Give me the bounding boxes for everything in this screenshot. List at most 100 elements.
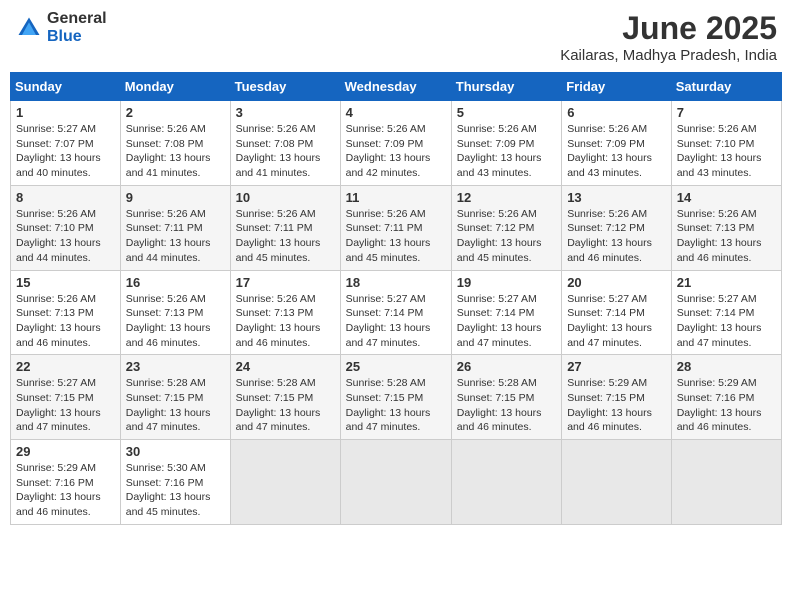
- table-row: 22 Sunrise: 5:27 AMSunset: 7:15 PMDayligh…: [11, 355, 121, 440]
- table-row: 30Sunrise: 5:30 AMSunset: 7:16 PMDayligh…: [120, 440, 230, 525]
- day-info: Sunrise: 5:27 AMSunset: 7:14 PMDaylight:…: [567, 292, 666, 351]
- day-number: 13: [567, 190, 666, 205]
- day-number: 11: [346, 190, 446, 205]
- col-saturday: Saturday: [671, 73, 781, 101]
- day-number: 2: [126, 105, 225, 120]
- day-info: Sunrise: 5:26 AMSunset: 7:08 PMDaylight:…: [236, 122, 335, 181]
- table-row: 17Sunrise: 5:26 AMSunset: 7:13 PMDayligh…: [230, 270, 340, 355]
- day-info: Sunrise: 5:26 AMSunset: 7:11 PMDaylight:…: [126, 207, 225, 266]
- day-info: Sunrise: 5:26 AMSunset: 7:10 PMDaylight:…: [677, 122, 776, 181]
- table-row: 28 Sunrise: 5:29 AMSunset: 7:16 PMDayligh…: [671, 355, 781, 440]
- day-number: 16: [126, 275, 225, 290]
- day-number: 1: [16, 105, 115, 120]
- day-number: 29: [16, 444, 115, 459]
- day-info: Sunrise: 5:26 AMSunset: 7:11 PMDaylight:…: [346, 207, 446, 266]
- table-row: 7 Sunrise: 5:26 AMSunset: 7:10 PMDaylight…: [671, 101, 781, 186]
- table-row: [562, 440, 672, 525]
- table-row: 27Sunrise: 5:29 AMSunset: 7:15 PMDayligh…: [562, 355, 672, 440]
- day-number: 7: [677, 105, 776, 120]
- col-sunday: Sunday: [11, 73, 121, 101]
- day-number: 17: [236, 275, 335, 290]
- day-info: Sunrise: 5:29 AMSunset: 7:16 PMDaylight:…: [16, 461, 115, 520]
- day-info: Sunrise: 5:26 AMSunset: 7:13 PMDaylight:…: [677, 207, 776, 266]
- day-number: 19: [457, 275, 556, 290]
- calendar-week-row: 22 Sunrise: 5:27 AMSunset: 7:15 PMDayligh…: [11, 355, 782, 440]
- day-info: Sunrise: 5:26 AMSunset: 7:13 PMDaylight:…: [126, 292, 225, 351]
- col-thursday: Thursday: [451, 73, 561, 101]
- day-info: Sunrise: 5:26 AMSunset: 7:08 PMDaylight:…: [126, 122, 225, 181]
- day-info: Sunrise: 5:26 AMSunset: 7:13 PMDaylight:…: [16, 292, 115, 351]
- day-number: 27: [567, 359, 666, 374]
- table-row: 18Sunrise: 5:27 AMSunset: 7:14 PMDayligh…: [340, 270, 451, 355]
- table-row: 24Sunrise: 5:28 AMSunset: 7:15 PMDayligh…: [230, 355, 340, 440]
- table-row: 21 Sunrise: 5:27 AMSunset: 7:14 PMDayligh…: [671, 270, 781, 355]
- table-row: 15Sunrise: 5:26 AMSunset: 7:13 PMDayligh…: [11, 270, 121, 355]
- logo: General Blue: [15, 10, 107, 45]
- day-info: Sunrise: 5:27 AMSunset: 7:14 PMDaylight:…: [677, 292, 776, 351]
- calendar-week-row: 29 Sunrise: 5:29 AMSunset: 7:16 PMDayligh…: [11, 440, 782, 525]
- day-number: 9: [126, 190, 225, 205]
- day-number: 8: [16, 190, 115, 205]
- day-info: Sunrise: 5:27 AMSunset: 7:14 PMDaylight:…: [346, 292, 446, 351]
- month-title: June 2025: [560, 10, 777, 47]
- table-row: [230, 440, 340, 525]
- table-row: 4 Sunrise: 5:26 AMSunset: 7:09 PMDaylight…: [340, 101, 451, 186]
- day-number: 24: [236, 359, 335, 374]
- day-info: Sunrise: 5:27 AMSunset: 7:14 PMDaylight:…: [457, 292, 556, 351]
- logo-icon: [15, 14, 43, 42]
- calendar-week-row: 15Sunrise: 5:26 AMSunset: 7:13 PMDayligh…: [11, 270, 782, 355]
- day-number: 3: [236, 105, 335, 120]
- page-header: General Blue June 2025 Kailaras, Madhya …: [10, 10, 782, 64]
- day-number: 4: [346, 105, 446, 120]
- table-row: 20 Sunrise: 5:27 AMSunset: 7:14 PMDayligh…: [562, 270, 672, 355]
- location-title: Kailaras, Madhya Pradesh, India: [560, 47, 777, 64]
- day-info: Sunrise: 5:26 AMSunset: 7:09 PMDaylight:…: [457, 122, 556, 181]
- table-row: 25 Sunrise: 5:28 AMSunset: 7:15 PMDayligh…: [340, 355, 451, 440]
- col-tuesday: Tuesday: [230, 73, 340, 101]
- table-row: [671, 440, 781, 525]
- table-row: 5 Sunrise: 5:26 AMSunset: 7:09 PMDaylight…: [451, 101, 561, 186]
- day-number: 22: [16, 359, 115, 374]
- table-row: 9 Sunrise: 5:26 AMSunset: 7:11 PMDaylight…: [120, 185, 230, 270]
- day-info: Sunrise: 5:26 AMSunset: 7:09 PMDaylight:…: [567, 122, 666, 181]
- table-row: [451, 440, 561, 525]
- day-info: Sunrise: 5:28 AMSunset: 7:15 PMDaylight:…: [346, 376, 446, 435]
- day-number: 21: [677, 275, 776, 290]
- logo-general-text: General: [47, 10, 107, 28]
- day-info: Sunrise: 5:26 AMSunset: 7:09 PMDaylight:…: [346, 122, 446, 181]
- day-number: 25: [346, 359, 446, 374]
- col-monday: Monday: [120, 73, 230, 101]
- day-info: Sunrise: 5:28 AMSunset: 7:15 PMDaylight:…: [457, 376, 556, 435]
- table-row: 1Sunrise: 5:27 AMSunset: 7:07 PMDaylight…: [11, 101, 121, 186]
- table-row: 23Sunrise: 5:28 AMSunset: 7:15 PMDayligh…: [120, 355, 230, 440]
- table-row: 8 Sunrise: 5:26 AMSunset: 7:10 PMDaylight…: [11, 185, 121, 270]
- day-info: Sunrise: 5:26 AMSunset: 7:12 PMDaylight:…: [457, 207, 556, 266]
- day-number: 28: [677, 359, 776, 374]
- table-row: 26Sunrise: 5:28 AMSunset: 7:15 PMDayligh…: [451, 355, 561, 440]
- table-row: 14 Sunrise: 5:26 AMSunset: 7:13 PMDayligh…: [671, 185, 781, 270]
- calendar-week-row: 8 Sunrise: 5:26 AMSunset: 7:10 PMDaylight…: [11, 185, 782, 270]
- table-row: 11 Sunrise: 5:26 AMSunset: 7:11 PMDayligh…: [340, 185, 451, 270]
- table-row: [340, 440, 451, 525]
- col-friday: Friday: [562, 73, 672, 101]
- day-number: 5: [457, 105, 556, 120]
- day-info: Sunrise: 5:30 AMSunset: 7:16 PMDaylight:…: [126, 461, 225, 520]
- day-number: 10: [236, 190, 335, 205]
- day-number: 12: [457, 190, 556, 205]
- table-row: 3 Sunrise: 5:26 AMSunset: 7:08 PMDaylight…: [230, 101, 340, 186]
- table-row: 6Sunrise: 5:26 AMSunset: 7:09 PMDaylight…: [562, 101, 672, 186]
- day-info: Sunrise: 5:26 AMSunset: 7:10 PMDaylight:…: [16, 207, 115, 266]
- day-info: Sunrise: 5:26 AMSunset: 7:11 PMDaylight:…: [236, 207, 335, 266]
- table-row: 16 Sunrise: 5:26 AMSunset: 7:13 PMDayligh…: [120, 270, 230, 355]
- title-area: June 2025 Kailaras, Madhya Pradesh, Indi…: [560, 10, 777, 64]
- logo-blue-text: Blue: [47, 28, 107, 46]
- day-info: Sunrise: 5:26 AMSunset: 7:12 PMDaylight:…: [567, 207, 666, 266]
- day-number: 14: [677, 190, 776, 205]
- calendar-week-row: 1Sunrise: 5:27 AMSunset: 7:07 PMDaylight…: [11, 101, 782, 186]
- table-row: 19 Sunrise: 5:27 AMSunset: 7:14 PMDayligh…: [451, 270, 561, 355]
- day-info: Sunrise: 5:27 AMSunset: 7:15 PMDaylight:…: [16, 376, 115, 435]
- day-info: Sunrise: 5:29 AMSunset: 7:16 PMDaylight:…: [677, 376, 776, 435]
- day-number: 20: [567, 275, 666, 290]
- col-wednesday: Wednesday: [340, 73, 451, 101]
- table-row: 2 Sunrise: 5:26 AMSunset: 7:08 PMDaylight…: [120, 101, 230, 186]
